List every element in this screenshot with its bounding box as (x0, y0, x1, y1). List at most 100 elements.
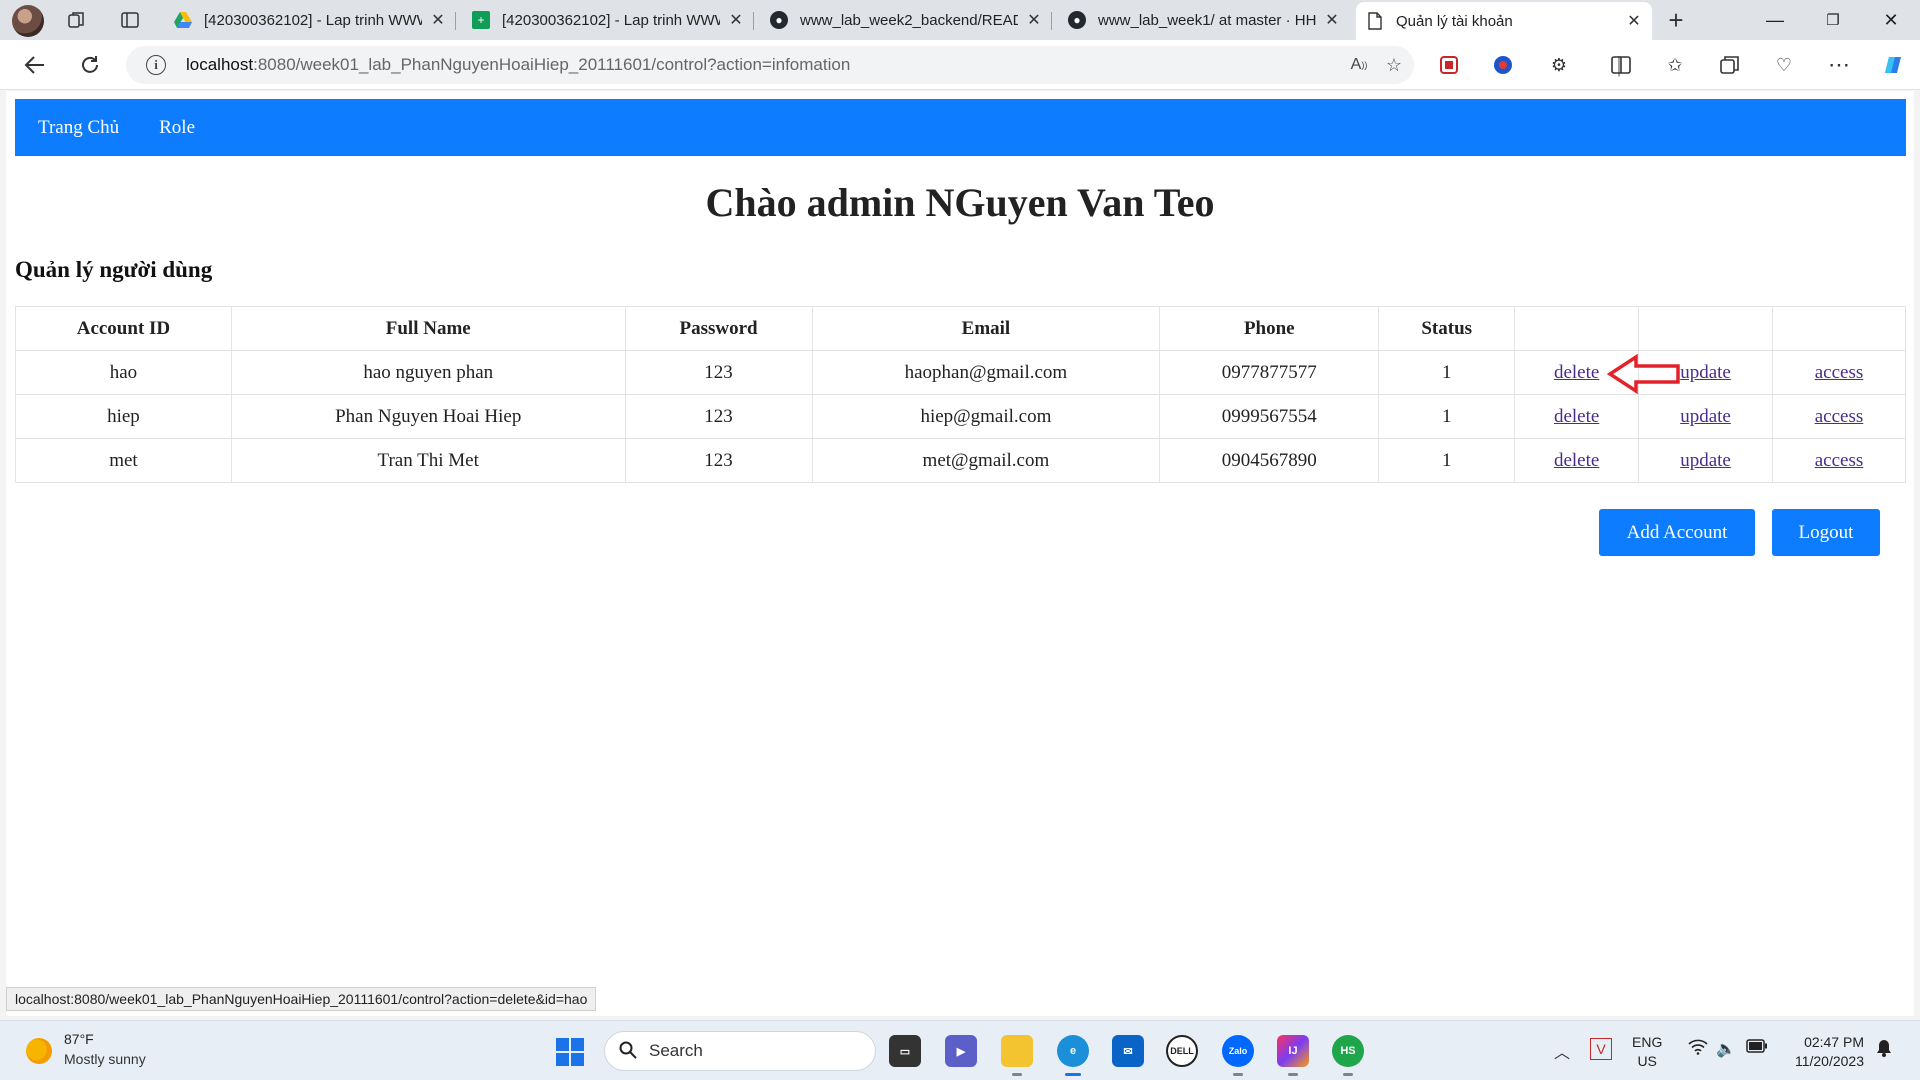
cell-account-id: hiep (15, 394, 232, 439)
refresh-icon[interactable] (77, 52, 103, 78)
mail-icon[interactable]: ✉ (1112, 1035, 1144, 1067)
extension-shield-icon[interactable] (1436, 52, 1462, 78)
table-row: met Tran Thi Met 123 met@gmail.com 09045… (15, 438, 1906, 483)
update-link[interactable]: update (1680, 450, 1731, 471)
tab-github-week2[interactable]: ● www_lab_week2_backend/README ✕ (760, 4, 1052, 36)
delete-link[interactable]: delete (1554, 362, 1599, 383)
header-status: Status (1378, 306, 1516, 351)
delete-link[interactable]: delete (1554, 450, 1599, 471)
cell-full-name: Phan Nguyen Hoai Hiep (230, 394, 626, 439)
workspaces-icon[interactable] (64, 8, 88, 32)
site-info-icon[interactable]: i (146, 55, 166, 75)
teams-chat-icon[interactable]: ▶ (945, 1035, 977, 1067)
taskbar-search[interactable]: Search (604, 1031, 876, 1071)
header-account-id: Account ID (15, 306, 232, 351)
cell-status: 1 (1378, 438, 1516, 483)
tab-drive[interactable]: [420300362102] - Lap trinh WWW ✕ (164, 4, 456, 36)
restore-icon[interactable]: ❐ (1805, 0, 1861, 40)
volume-icon[interactable]: 🔈 (1716, 1039, 1736, 1059)
header-access (1772, 306, 1906, 351)
page-greeting: Chào admin NGuyen Van Teo (705, 180, 1215, 225)
cell-account-id: met (15, 438, 232, 483)
cell-password: 123 (624, 394, 813, 439)
tab-sheets[interactable]: + [420300362102] - Lap trinh WWW ✕ (462, 4, 754, 36)
cell-password: 123 (624, 438, 813, 483)
more-menu-icon[interactable]: ⋯ (1826, 52, 1852, 78)
close-tab-icon[interactable]: ✕ (1324, 10, 1340, 30)
extensions-puzzle-icon[interactable]: ⚙ (1546, 52, 1572, 78)
weather-sun-icon[interactable] (26, 1038, 52, 1064)
table-header-row: Account ID Full Name Password Email Phon… (15, 306, 1906, 351)
address-bar[interactable]: i localhost:8080/week01_lab_PhanNguyenHo… (126, 46, 1414, 84)
url-text[interactable]: localhost:8080/week01_lab_PhanNguyenHoai… (186, 46, 850, 84)
split-screen-icon[interactable] (1608, 52, 1634, 78)
nav-link-role[interactable]: Role (159, 117, 195, 139)
close-window-icon[interactable]: ✕ (1863, 0, 1919, 40)
close-tab-icon[interactable]: ✕ (1626, 11, 1642, 31)
access-link[interactable]: access (1815, 362, 1864, 383)
cell-email: met@gmail.com (811, 438, 1161, 483)
tab-actions-icon[interactable] (118, 8, 142, 32)
access-link[interactable]: access (1815, 450, 1864, 471)
file-explorer-icon[interactable] (1001, 1035, 1033, 1076)
extension-globe-icon[interactable] (1490, 52, 1516, 78)
section-title: Quản lý người dùng (15, 257, 213, 282)
browser-essentials-icon[interactable]: ♡ (1771, 52, 1797, 78)
new-tab-icon[interactable]: + (1664, 5, 1688, 35)
browser-title-bar: [420300362102] - Lap trinh WWW ✕ + [4203… (0, 0, 1920, 40)
cell-access: access (1772, 350, 1906, 395)
hs-app-icon[interactable]: HS (1332, 1035, 1364, 1076)
tray-app-v-icon[interactable]: V (1590, 1038, 1612, 1060)
battery-icon[interactable] (1746, 1039, 1768, 1058)
nav-link-home[interactable]: Trang Chủ (38, 117, 119, 139)
add-account-button[interactable]: Add Account (1599, 509, 1755, 556)
task-view-icon[interactable]: ▭ (889, 1035, 921, 1067)
profile-avatar[interactable] (12, 5, 44, 37)
table-row: hiep Phan Nguyen Hoai Hiep 123 hiep@gmai… (15, 394, 1906, 439)
update-link[interactable]: update (1680, 362, 1731, 383)
windows-start-icon[interactable] (556, 1038, 584, 1066)
input-language[interactable]: ENG US (1632, 1033, 1662, 1071)
copilot-icon[interactable] (1880, 52, 1906, 78)
windows-taskbar: 87°F Mostly sunny Search ▭ ▶ e ✉ DELL Za… (0, 1020, 1920, 1080)
tab-account-management[interactable]: Quản lý tài khoản ✕ (1356, 2, 1652, 40)
collections-icon[interactable] (1717, 52, 1743, 78)
close-tab-icon[interactable]: ✕ (1026, 10, 1042, 30)
cell-delete: delete (1514, 394, 1640, 439)
close-tab-icon[interactable]: ✕ (728, 10, 744, 30)
system-clock[interactable]: 02:47 PM 11/20/2023 (1784, 1033, 1864, 1071)
favorite-star-icon[interactable]: ☆ (1383, 54, 1405, 76)
close-tab-icon[interactable]: ✕ (430, 10, 446, 30)
show-hidden-icons-chevron-icon[interactable]: ︿ (1554, 1039, 1570, 1063)
weather-desc: Mostly sunny (64, 1051, 146, 1067)
github-icon: ● (770, 11, 788, 29)
cell-status: 1 (1378, 394, 1516, 439)
cell-account-id: hao (15, 350, 232, 395)
header-password: Password (624, 306, 813, 351)
update-link[interactable]: update (1680, 406, 1731, 427)
read-aloud-icon[interactable]: A)) (1348, 54, 1370, 76)
minimize-icon[interactable]: — (1747, 0, 1803, 40)
tab-github-week1[interactable]: ● www_lab_week1/ at master · HHiep ✕ (1058, 4, 1350, 36)
zalo-icon[interactable]: Zalo (1222, 1035, 1254, 1076)
search-icon (619, 1041, 637, 1059)
delete-link[interactable]: delete (1554, 406, 1599, 427)
google-drive-icon (174, 11, 192, 29)
browser-toolbar: i localhost:8080/week01_lab_PhanNguyenHo… (0, 40, 1920, 90)
header-full-name: Full Name (230, 306, 626, 351)
cell-password: 123 (624, 350, 813, 395)
logout-button[interactable]: Logout (1772, 509, 1880, 556)
favorites-icon[interactable]: ✩ (1662, 52, 1688, 78)
access-link[interactable]: access (1815, 406, 1864, 427)
page-icon (1366, 12, 1384, 30)
github-icon: ● (1068, 11, 1086, 29)
weather-temp: 87°F (64, 1031, 94, 1047)
dell-icon[interactable]: DELL (1166, 1035, 1198, 1067)
edge-browser-icon[interactable]: e (1057, 1035, 1089, 1076)
notification-bell-icon[interactable] (1876, 1039, 1892, 1062)
wifi-icon[interactable] (1688, 1039, 1708, 1060)
back-arrow-icon[interactable] (22, 52, 48, 78)
intellij-icon[interactable]: IJ (1277, 1035, 1309, 1076)
cell-access: access (1772, 438, 1906, 483)
cell-phone: 0904567890 (1159, 438, 1380, 483)
